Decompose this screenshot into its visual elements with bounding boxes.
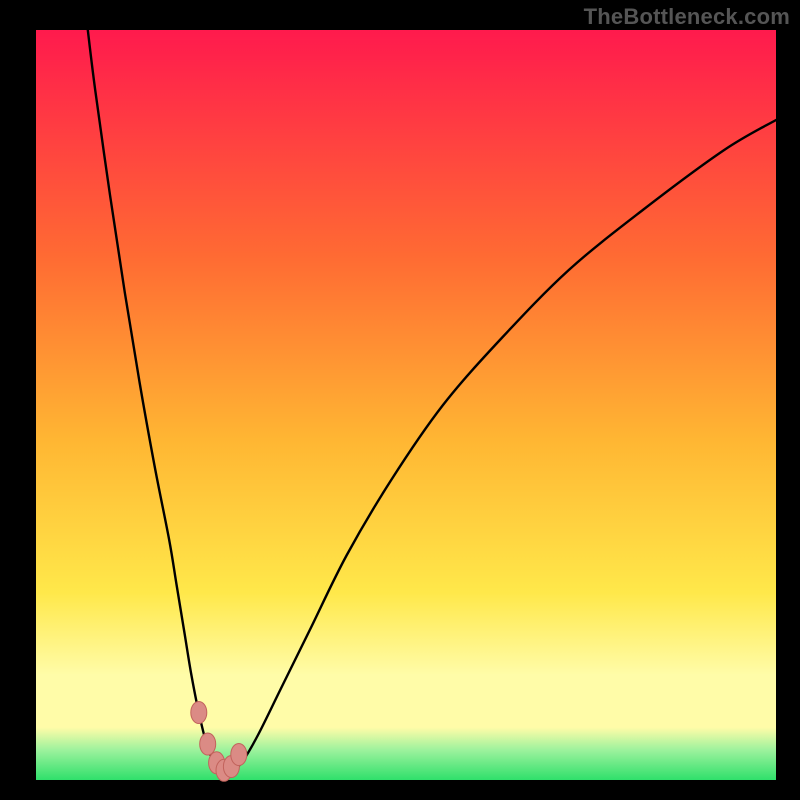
- curve-dot: [200, 733, 216, 755]
- bottleneck-chart: [0, 0, 800, 800]
- plot-background: [36, 30, 776, 780]
- curve-dot: [191, 702, 207, 724]
- curve-dot: [231, 744, 247, 766]
- chart-frame: { "watermark": "TheBottleneck.com", "col…: [0, 0, 800, 800]
- watermark-text: TheBottleneck.com: [584, 4, 790, 30]
